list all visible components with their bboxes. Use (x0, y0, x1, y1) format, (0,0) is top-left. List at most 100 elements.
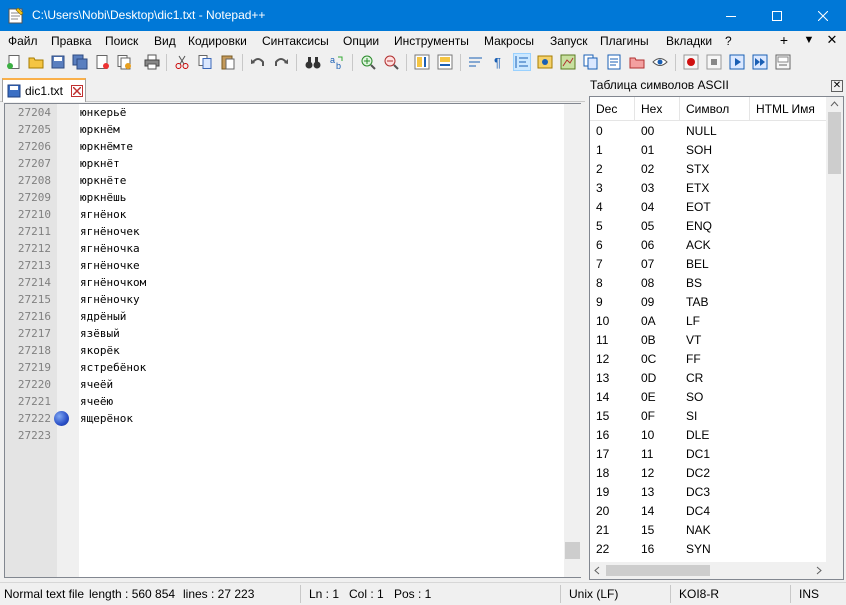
cell-symbol[interactable]: DC4 (686, 504, 710, 518)
cell-dec[interactable]: 3 (596, 181, 603, 195)
status-insert-mode[interactable]: INS (799, 587, 819, 601)
cell-symbol[interactable]: SOH (686, 143, 712, 157)
editor-line-text[interactable]: ячеёю (80, 393, 113, 410)
cut-button[interactable] (173, 53, 191, 71)
minimize-button[interactable] (708, 0, 754, 31)
scroll-up-arrow-icon[interactable] (826, 97, 843, 112)
cell-hex[interactable]: 13 (641, 485, 654, 499)
editor-line-text[interactable]: ягнёночком (80, 274, 146, 291)
cell-hex[interactable]: 09 (641, 295, 654, 309)
menu-plugins[interactable]: Плагины (600, 34, 649, 48)
monitoring-button[interactable] (651, 53, 669, 71)
cell-symbol[interactable]: FF (686, 352, 701, 366)
cell-dec[interactable]: 1 (596, 143, 603, 157)
zoom-in-button[interactable] (359, 53, 377, 71)
editor-line-text[interactable]: язёвый (80, 325, 120, 342)
cell-symbol[interactable]: BEL (686, 257, 709, 271)
print-button[interactable] (143, 53, 161, 71)
cell-dec[interactable]: 8 (596, 276, 603, 290)
editor-line-text[interactable]: ячеёй (80, 376, 113, 393)
cell-symbol[interactable]: ACK (686, 238, 711, 252)
cell-hex[interactable]: 0F (641, 409, 655, 423)
cell-dec[interactable]: 9 (596, 295, 603, 309)
cell-hex[interactable]: 06 (641, 238, 654, 252)
cell-dec[interactable]: 13 (596, 371, 609, 385)
cell-symbol[interactable]: NULL (686, 124, 717, 138)
menu-run[interactable]: Запуск (550, 34, 588, 48)
editor-vertical-scrollbar[interactable] (564, 104, 581, 577)
indent-guide-button[interactable] (513, 53, 531, 71)
zoom-out-button[interactable] (382, 53, 400, 71)
menu-window[interactable]: Вкладки (666, 34, 712, 48)
undo-button[interactable] (249, 53, 267, 71)
cell-hex[interactable]: 0E (641, 390, 656, 404)
cell-hex[interactable]: 14 (641, 504, 654, 518)
column-header-html-name[interactable]: HTML Имя (756, 102, 815, 116)
table-vscroll-thumb[interactable] (828, 112, 841, 174)
cell-symbol[interactable]: VT (686, 333, 701, 347)
record-macro-button[interactable] (682, 53, 700, 71)
cell-hex[interactable]: 15 (641, 523, 654, 537)
cell-hex[interactable]: 0C (641, 352, 656, 366)
folder-workspace-button[interactable] (628, 53, 646, 71)
text-editor[interactable]: 27204 юнкерьё 27205 юркнём 27206 юркнёмте 2720… (4, 103, 581, 578)
bookmark-margin[interactable] (57, 104, 79, 577)
editor-line-text[interactable]: юркнёшь (80, 189, 126, 206)
cell-dec[interactable]: 0 (596, 124, 603, 138)
stop-macro-button[interactable] (705, 53, 723, 71)
editor-line-text[interactable]: юркнёмте (80, 138, 133, 155)
cell-dec[interactable]: 2 (596, 162, 603, 176)
menu-macro[interactable]: Макросы (484, 34, 534, 48)
cell-dec[interactable]: 17 (596, 447, 609, 461)
cell-symbol[interactable]: SYN (686, 542, 711, 556)
cell-dec[interactable]: 14 (596, 390, 609, 404)
cell-symbol[interactable]: DC3 (686, 485, 710, 499)
cell-hex[interactable]: 10 (641, 428, 654, 442)
cell-hex[interactable]: 0D (641, 371, 656, 385)
cell-hex[interactable]: 03 (641, 181, 654, 195)
editor-line-text[interactable]: ягнёночке (80, 257, 140, 274)
save-all-button[interactable] (71, 53, 89, 71)
sync-vertical-button[interactable] (413, 53, 431, 71)
scroll-left-arrow-icon[interactable] (590, 562, 605, 579)
panel-close-icon[interactable]: ✕ (831, 80, 843, 92)
editor-line-text[interactable]: юнкерьё (80, 104, 126, 121)
cell-dec[interactable]: 6 (596, 238, 603, 252)
close-document-icon[interactable]: ✕ (824, 32, 840, 48)
menu-help[interactable]: ? (725, 34, 732, 48)
doc-list-button[interactable] (582, 53, 600, 71)
cell-dec[interactable]: 20 (596, 504, 609, 518)
cell-symbol[interactable]: SO (686, 390, 703, 404)
column-header-dec[interactable]: Dec (596, 102, 617, 116)
menu-encoding[interactable]: Кодировки (188, 34, 247, 48)
menu-edit[interactable]: Правка (51, 34, 92, 48)
cell-hex[interactable]: 00 (641, 124, 654, 138)
play-multiple-button[interactable] (751, 53, 769, 71)
tab-list-dropdown-icon[interactable]: ▼ (801, 34, 817, 46)
play-macro-button[interactable] (728, 53, 746, 71)
editor-line-text[interactable]: ящерёнок (80, 410, 133, 427)
editor-line-text[interactable]: ягнёночка (80, 240, 140, 257)
cell-symbol[interactable]: DC1 (686, 447, 710, 461)
editor-line-text[interactable]: ядрёный (80, 308, 126, 325)
editor-line-text[interactable]: юркнёт (80, 155, 120, 172)
column-header-hex[interactable]: Hex (641, 102, 662, 116)
cell-hex[interactable]: 07 (641, 257, 654, 271)
cell-dec[interactable]: 16 (596, 428, 609, 442)
column-divider[interactable] (634, 97, 635, 121)
editor-line-text[interactable]: ягнёночку (80, 291, 140, 308)
scroll-right-arrow-icon[interactable] (811, 562, 826, 579)
cell-hex[interactable]: 0A (641, 314, 656, 328)
cell-hex[interactable]: 02 (641, 162, 654, 176)
column-divider[interactable] (749, 97, 750, 121)
cell-dec[interactable]: 19 (596, 485, 609, 499)
new-file-button[interactable] (5, 53, 23, 71)
maximize-button[interactable] (754, 0, 800, 31)
cell-dec[interactable]: 4 (596, 200, 603, 214)
cell-hex[interactable]: 08 (641, 276, 654, 290)
cell-symbol[interactable]: STX (686, 162, 709, 176)
cell-dec[interactable]: 22 (596, 542, 609, 556)
editor-line-text[interactable]: ягнёнок (80, 206, 126, 223)
bookmark-icon[interactable] (54, 411, 69, 426)
cell-dec[interactable]: 11 (596, 333, 608, 347)
